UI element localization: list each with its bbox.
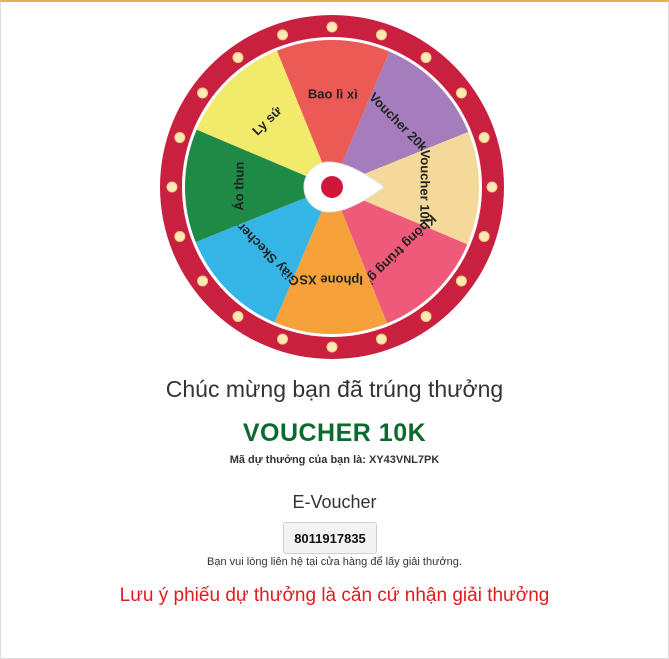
congrats-text: Chúc mừng bạn đã trúng thưởng: [165, 376, 504, 402]
rim-bulb: [277, 333, 289, 345]
rim-bulb: [197, 87, 209, 99]
rim-bulb: [420, 310, 432, 322]
rim-bulb: [478, 230, 490, 242]
rim-bulb: [174, 132, 186, 144]
rim-bulb: [197, 275, 209, 287]
rim-bulb: [326, 21, 338, 33]
lucky-wheel[interactable]: Bao lì xì Voucher 20k Voucher 10k Không trú…: [157, 12, 507, 362]
prize-name: VOUCHER 10K: [242, 419, 427, 447]
contact-note: Bạn vui lòng liên hệ tại cửa hàng để lấy…: [207, 556, 462, 568]
rim-bulb: [166, 181, 178, 193]
prize-code: Mã dự thưởng của bạn là: XY43VNL7PK: [229, 454, 440, 466]
rim-bulb: [486, 181, 498, 193]
warning-note: Lưu ý phiếu dự thưởng là căn cứ nhận giả…: [119, 585, 550, 606]
rim-bulb: [455, 87, 467, 99]
rim-bulb: [420, 52, 432, 64]
evoucher-title: E-Voucher: [292, 492, 377, 512]
rim-bulb: [232, 52, 244, 64]
rim-bulb: [455, 275, 467, 287]
rim-bulb: [232, 310, 244, 322]
wheel-segment-label: Bao lì xì: [308, 86, 358, 101]
evoucher-code[interactable]: 8011917835: [283, 522, 377, 554]
rim-bulb: [375, 29, 387, 41]
rim-bulb: [478, 132, 490, 144]
wheel-segment-label: Áo thun: [231, 162, 246, 211]
rim-bulb: [277, 29, 289, 41]
rim-bulb: [174, 230, 186, 242]
wheel-graphic: Bao lì xì Voucher 20kVoucher 10kKhông trú…: [160, 15, 504, 359]
wheel-segment-label: Iphone XS: [299, 272, 363, 288]
rim-bulb: [375, 333, 387, 345]
rim-bulb: [326, 341, 338, 353]
pointer-center-dot: [321, 176, 343, 198]
